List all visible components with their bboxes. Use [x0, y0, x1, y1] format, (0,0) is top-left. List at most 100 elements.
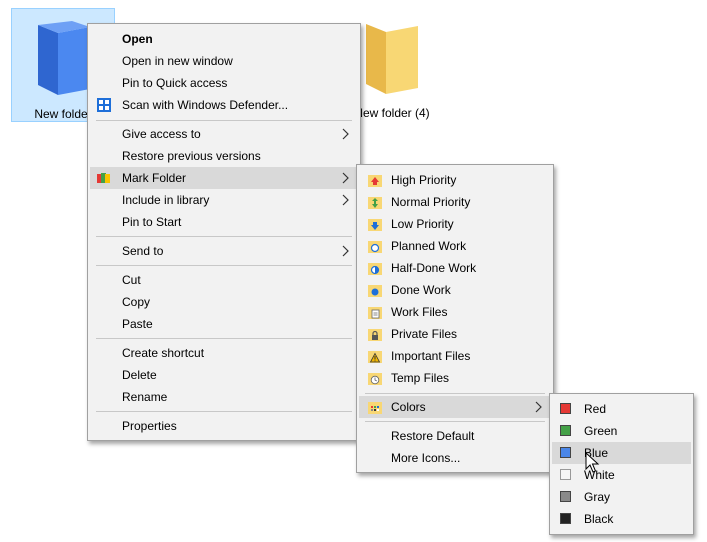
menu-item-properties[interactable]: Properties	[90, 415, 358, 437]
menu-item-scan-defender[interactable]: Scan with Windows Defender...	[90, 94, 358, 116]
menu-item-label: Planned Work	[391, 239, 467, 253]
chevron-right-icon	[342, 245, 349, 257]
normal-priority-icon	[368, 197, 382, 209]
menu-item-label: Rename	[122, 390, 168, 404]
menu-item-label: Scan with Windows Defender...	[122, 98, 289, 112]
private-files-icon	[368, 329, 382, 341]
mouse-pointer-icon	[585, 452, 600, 473]
blue-swatch-icon	[560, 447, 571, 458]
color-item-black[interactable]: Black	[552, 508, 691, 530]
menu-item-important-files[interactable]: Important Files	[359, 345, 551, 367]
menu-separator	[96, 265, 352, 266]
chevron-right-icon	[342, 194, 349, 206]
low-priority-icon	[368, 219, 382, 231]
menu-item-label: Pin to Quick access	[122, 76, 228, 90]
menu-item-pin-quick-access[interactable]: Pin to Quick access	[90, 72, 358, 94]
menu-item-label: Send to	[122, 244, 164, 258]
menu-item-label: Gray	[584, 490, 611, 504]
menu-item-label: Low Priority	[391, 217, 454, 231]
menu-item-temp-files[interactable]: Temp Files	[359, 367, 551, 389]
high-priority-icon	[368, 175, 382, 187]
context-menu: Open Open in new window Pin to Quick acc…	[87, 23, 361, 441]
menu-item-low-priority[interactable]: Low Priority	[359, 213, 551, 235]
color-item-blue[interactable]: Blue	[552, 442, 691, 464]
chevron-right-icon	[535, 401, 542, 413]
menu-item-include-library[interactable]: Include in library	[90, 189, 358, 211]
windows-defender-icon	[97, 98, 111, 112]
half-done-work-icon	[368, 263, 382, 275]
menu-item-work-files[interactable]: Work Files	[359, 301, 551, 323]
menu-item-label: Pin to Start	[122, 215, 182, 229]
menu-item-label: Half-Done Work	[391, 261, 477, 275]
menu-separator	[96, 120, 352, 121]
menu-item-label: Temp Files	[391, 371, 450, 385]
menu-item-label: Open in new window	[122, 54, 233, 68]
menu-item-half-done-work[interactable]: Half-Done Work	[359, 257, 551, 279]
menu-item-label: Work Files	[391, 305, 448, 319]
work-files-icon	[368, 307, 382, 319]
menu-separator	[96, 236, 352, 237]
menu-item-delete[interactable]: Delete	[90, 364, 358, 386]
chevron-right-icon	[342, 172, 349, 184]
menu-item-restore-previous[interactable]: Restore previous versions	[90, 145, 358, 167]
menu-item-label: Black	[584, 512, 614, 526]
menu-item-label: Done Work	[391, 283, 451, 297]
color-item-white[interactable]: White	[552, 464, 691, 486]
mark-folder-icon	[97, 173, 110, 183]
menu-item-label: Normal Priority	[391, 195, 471, 209]
color-item-red[interactable]: Red	[552, 398, 691, 420]
menu-item-label: Important Files	[391, 349, 471, 363]
menu-item-colors[interactable]: Colors	[359, 396, 551, 418]
menu-item-label: Open	[122, 32, 153, 46]
done-work-icon	[368, 285, 382, 297]
menu-item-planned-work[interactable]: Planned Work	[359, 235, 551, 257]
menu-item-paste[interactable]: Paste	[90, 313, 358, 335]
menu-item-copy[interactable]: Copy	[90, 291, 358, 313]
menu-item-send-to[interactable]: Send to	[90, 240, 358, 262]
important-files-icon	[368, 351, 382, 363]
red-swatch-icon	[560, 403, 571, 414]
menu-item-give-access[interactable]: Give access to	[90, 123, 358, 145]
menu-item-label: Include in library	[122, 193, 210, 207]
chevron-right-icon	[342, 128, 349, 140]
yellow-folder-icon	[366, 24, 418, 94]
menu-item-create-shortcut[interactable]: Create shortcut	[90, 342, 358, 364]
menu-separator	[96, 338, 352, 339]
menu-item-label: Green	[584, 424, 618, 438]
menu-item-open[interactable]: Open	[90, 28, 358, 50]
menu-separator	[96, 411, 352, 412]
menu-item-rename[interactable]: Rename	[90, 386, 358, 408]
menu-item-label: Colors	[391, 400, 426, 414]
menu-item-label: Properties	[122, 419, 177, 433]
menu-item-label: Restore previous versions	[122, 149, 261, 163]
color-item-green[interactable]: Green	[552, 420, 691, 442]
menu-item-label: Private Files	[391, 327, 458, 341]
menu-item-mark-folder[interactable]: Mark Folder	[90, 167, 358, 189]
mark-folder-submenu: High Priority Normal Priority Low Priori…	[356, 164, 554, 473]
menu-item-label: Cut	[122, 273, 141, 287]
menu-item-open-new-window[interactable]: Open in new window	[90, 50, 358, 72]
menu-item-restore-default[interactable]: Restore Default	[359, 425, 551, 447]
menu-item-label: Create shortcut	[122, 346, 205, 360]
menu-item-private-files[interactable]: Private Files	[359, 323, 551, 345]
menu-item-pin-start[interactable]: Pin to Start	[90, 211, 358, 233]
menu-item-cut[interactable]: Cut	[90, 269, 358, 291]
menu-item-label: Restore Default	[391, 429, 475, 443]
green-swatch-icon	[560, 425, 571, 436]
menu-item-label: Mark Folder	[122, 171, 187, 185]
menu-item-label: Delete	[122, 368, 157, 382]
menu-item-done-work[interactable]: Done Work	[359, 279, 551, 301]
planned-work-icon	[368, 241, 382, 253]
menu-item-normal-priority[interactable]: Normal Priority	[359, 191, 551, 213]
menu-separator	[365, 421, 545, 422]
color-item-gray[interactable]: Gray	[552, 486, 691, 508]
menu-item-label: Paste	[122, 317, 153, 331]
menu-item-label: Give access to	[122, 127, 201, 141]
menu-item-high-priority[interactable]: High Priority	[359, 169, 551, 191]
gray-swatch-icon	[560, 491, 571, 502]
temp-files-icon	[368, 373, 382, 385]
menu-item-label: Copy	[122, 295, 151, 309]
menu-item-more-icons[interactable]: More Icons...	[359, 447, 551, 469]
menu-item-label: High Priority	[391, 173, 457, 187]
menu-item-label: More Icons...	[391, 451, 461, 465]
